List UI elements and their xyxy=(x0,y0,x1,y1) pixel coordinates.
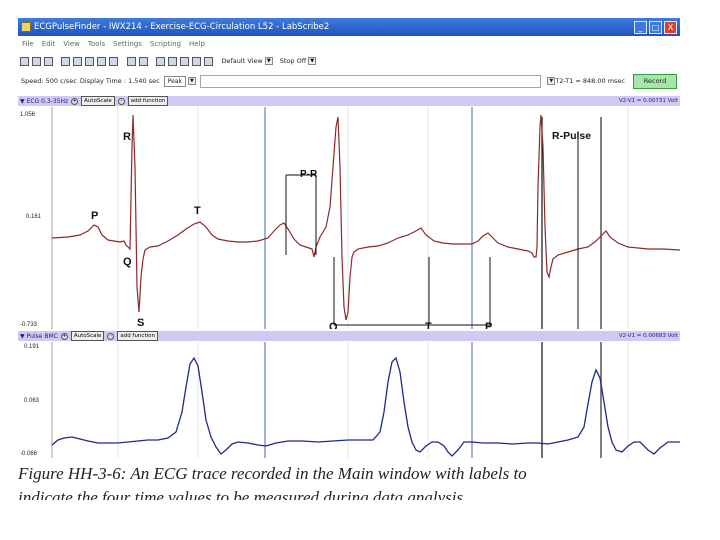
menu-tools[interactable]: Tools xyxy=(88,40,105,48)
ecg-y-tick-top: 1.056 xyxy=(20,112,36,118)
ecg-y-tick-mid: 0.161 xyxy=(26,214,42,220)
t-wave-label: T xyxy=(194,205,201,217)
window-title: ECGPulseFinder - IWX214 - Exercise-ECG-C… xyxy=(34,22,330,32)
peak-select[interactable]: Peak xyxy=(163,75,186,87)
list-icon[interactable] xyxy=(138,56,148,66)
ecg-v2-v1-readout: V2-V1 = 0.00731 Volt xyxy=(618,98,678,104)
xy-view-icon[interactable] xyxy=(180,56,189,66)
pulse-add-function-button[interactable]: add function xyxy=(117,331,158,341)
labscribe-window: ECGPulseFinder - IWX214 - Exercise-ECG-C… xyxy=(18,18,680,458)
open-folder-icon[interactable] xyxy=(31,56,41,66)
ecg-y-tick-bottom: -0.733 xyxy=(20,322,38,328)
toolbar: Default View ▼ Stop Off ▼ xyxy=(18,52,680,70)
pulse-y-tick-bottom: -0.066 xyxy=(20,451,38,457)
ecg-channel-name[interactable]: ECG 0.3-35Hz xyxy=(27,98,69,105)
menu-help[interactable]: Help xyxy=(189,40,205,48)
pulse-y-tick-top: 0.191 xyxy=(24,344,40,350)
menu-bar: File Edit View Tools Settings Scripting … xyxy=(18,37,680,51)
display-time-label: Display Time : 1.540 sec xyxy=(79,77,160,85)
menu-file[interactable]: File xyxy=(22,40,34,48)
cut-icon[interactable] xyxy=(73,56,82,66)
ecg-autoscale-button[interactable]: AutoScale xyxy=(81,96,115,106)
pr-interval-label: P-R xyxy=(300,169,318,180)
t-marker-label: T xyxy=(425,321,432,329)
ecg-plot[interactable]: 1.056 0.161 -0.733 P R T Q S P-R Q T P R… xyxy=(18,107,680,329)
title-bar: ECGPulseFinder - IWX214 - Exercise-ECG-C… xyxy=(18,18,680,36)
print-icon[interactable] xyxy=(61,56,70,66)
figure-caption-line2: indicate the four time values to be meas… xyxy=(18,488,464,500)
save-icon[interactable] xyxy=(43,56,53,66)
maximize-button[interactable]: □ xyxy=(649,20,662,34)
s-wave-label: S xyxy=(137,317,144,329)
menu-scripting[interactable]: Scripting xyxy=(150,40,181,48)
pr-bracket xyxy=(285,174,317,255)
zoom-out-icon[interactable]: - xyxy=(107,332,115,340)
ecg-add-function-button[interactable]: add function xyxy=(127,96,169,106)
qt-bracket xyxy=(333,257,491,326)
pulse-v2-v1-readout: V2-V1 = 0.00683 Volt xyxy=(618,333,678,339)
close-button[interactable]: X xyxy=(664,20,677,34)
zoom-in-icon[interactable]: + xyxy=(60,332,68,340)
pulse-y-tick-mid: 0.063 xyxy=(24,398,40,404)
pulse-plot[interactable]: 0.191 0.063 -0.066 xyxy=(18,342,680,458)
undo-icon[interactable] xyxy=(109,56,118,66)
p-wave-label: P xyxy=(91,210,98,222)
comment-field[interactable] xyxy=(199,74,542,88)
window-controls: _ □ X xyxy=(632,20,680,34)
chevron-down-icon[interactable]: ▼ xyxy=(20,333,25,340)
single-view-icon[interactable] xyxy=(156,56,165,66)
minimize-button[interactable]: _ xyxy=(634,20,647,34)
zoom-in-icon[interactable]: + xyxy=(71,97,79,105)
fft-view-icon[interactable] xyxy=(192,56,201,66)
speed-bar: Speed: 500 c/sec Display Time : 1.540 se… xyxy=(18,73,680,89)
menu-edit[interactable]: Edit xyxy=(42,40,56,48)
marker-icon[interactable] xyxy=(126,56,136,66)
chevron-down-icon[interactable]: ▼ xyxy=(20,98,25,105)
analysis-view-icon[interactable] xyxy=(168,56,177,66)
paste-icon[interactable] xyxy=(97,56,106,66)
pulse-channel-header: ▼ Pulse BMC + AutoScale - add function V… xyxy=(18,331,680,341)
figure-caption: Figure HH-3-6: An ECG trace recorded in … xyxy=(18,464,527,483)
t2-t1-readout: T2-T1 = 848.00 msec xyxy=(555,77,625,85)
q-marker-label: Q xyxy=(329,321,338,329)
zoom-out-icon[interactable]: - xyxy=(117,97,125,105)
zoom-view-icon[interactable] xyxy=(204,56,213,66)
menu-view[interactable]: View xyxy=(63,40,80,48)
p-marker-label: P xyxy=(485,321,492,329)
q-wave-label: Q xyxy=(123,256,132,268)
chevron-down-icon[interactable]: ▼ xyxy=(308,57,317,65)
ecg-trace xyxy=(51,114,680,321)
speed-label: Speed: 500 c/sec xyxy=(21,77,77,85)
record-button[interactable]: Record xyxy=(633,73,677,89)
pulse-autoscale-button[interactable]: AutoScale xyxy=(70,331,105,341)
chevron-down-icon[interactable]: ▼ xyxy=(264,57,273,65)
chevron-down-icon[interactable]: ▼ xyxy=(187,77,196,85)
ecg-channel-header: ▼ ECG 0.3-35Hz + AutoScale - add functio… xyxy=(18,96,680,106)
r-pulse-label: R-Pulse xyxy=(552,130,591,142)
pulse-channel-name[interactable]: Pulse BMC xyxy=(27,333,58,340)
menu-settings[interactable]: Settings xyxy=(113,40,142,48)
pulse-trace xyxy=(51,356,680,457)
stop-off-label[interactable]: Stop Off xyxy=(280,57,306,65)
r-wave-label: R xyxy=(123,131,131,143)
app-icon xyxy=(21,22,31,32)
copy-icon[interactable] xyxy=(85,56,94,66)
default-view-label[interactable]: Default View xyxy=(222,57,263,65)
new-file-icon[interactable] xyxy=(19,56,29,66)
